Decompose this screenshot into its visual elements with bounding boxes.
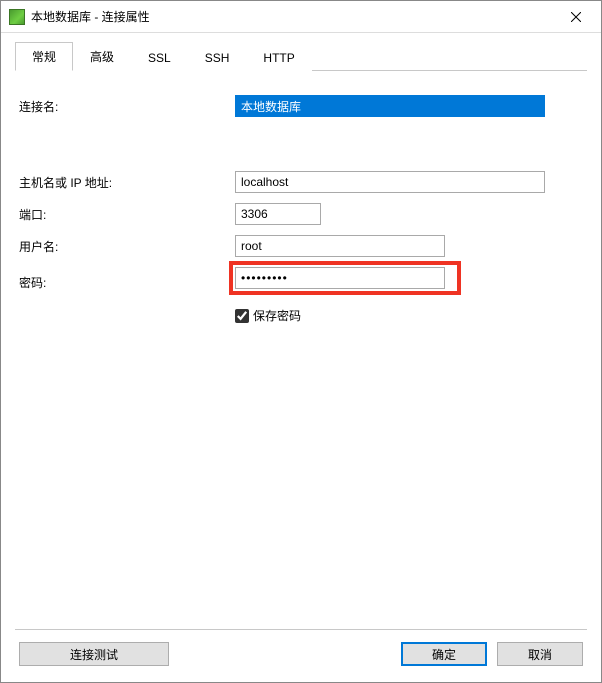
label-user: 用户名:: [19, 238, 235, 255]
save-password-checkbox[interactable]: [235, 309, 249, 323]
tab-ssh[interactable]: SSH: [188, 45, 247, 71]
label-password: 密码:: [19, 274, 235, 291]
row-connection-name: 连接名:: [19, 95, 583, 117]
tab-advanced[interactable]: 高级: [73, 42, 131, 71]
form-area: 连接名: 主机名或 IP 地址: 端口: 用户名: 密码:: [15, 71, 587, 629]
tab-bar: 常规 高级 SSL SSH HTTP: [15, 45, 587, 71]
row-password: 密码:: [19, 267, 583, 297]
label-save-password[interactable]: 保存密码: [253, 307, 301, 324]
port-input[interactable]: [235, 203, 321, 225]
cancel-button[interactable]: 取消: [497, 642, 583, 666]
content-area: 常规 高级 SSL SSH HTTP 连接名: 主机名或 IP 地址: 端口: …: [1, 33, 601, 682]
tab-ssl[interactable]: SSL: [131, 45, 188, 71]
label-connection-name: 连接名:: [19, 98, 235, 115]
label-host: 主机名或 IP 地址:: [19, 174, 235, 191]
titlebar: 本地数据库 - 连接属性: [1, 1, 601, 33]
footer: 连接测试 确定 取消: [15, 629, 587, 672]
row-host: 主机名或 IP 地址:: [19, 171, 583, 193]
connection-name-input[interactable]: [235, 95, 545, 117]
label-port: 端口:: [19, 206, 235, 223]
password-wrap: [235, 267, 459, 297]
close-button[interactable]: [553, 1, 599, 32]
app-icon: [9, 9, 25, 25]
close-icon: [571, 12, 581, 22]
window-title: 本地数据库 - 连接属性: [31, 8, 553, 25]
row-port: 端口:: [19, 203, 583, 225]
test-connection-button[interactable]: 连接测试: [19, 642, 169, 666]
dialog-window: 本地数据库 - 连接属性 常规 高级 SSL SSH HTTP 连接名: 主机名…: [0, 0, 602, 683]
user-input[interactable]: [235, 235, 445, 257]
row-save-password: 保存密码: [235, 307, 583, 324]
ok-button[interactable]: 确定: [401, 642, 487, 666]
host-input[interactable]: [235, 171, 545, 193]
tab-http[interactable]: HTTP: [246, 45, 311, 71]
row-user: 用户名:: [19, 235, 583, 257]
tab-general[interactable]: 常规: [15, 42, 73, 71]
password-input[interactable]: [235, 267, 445, 289]
